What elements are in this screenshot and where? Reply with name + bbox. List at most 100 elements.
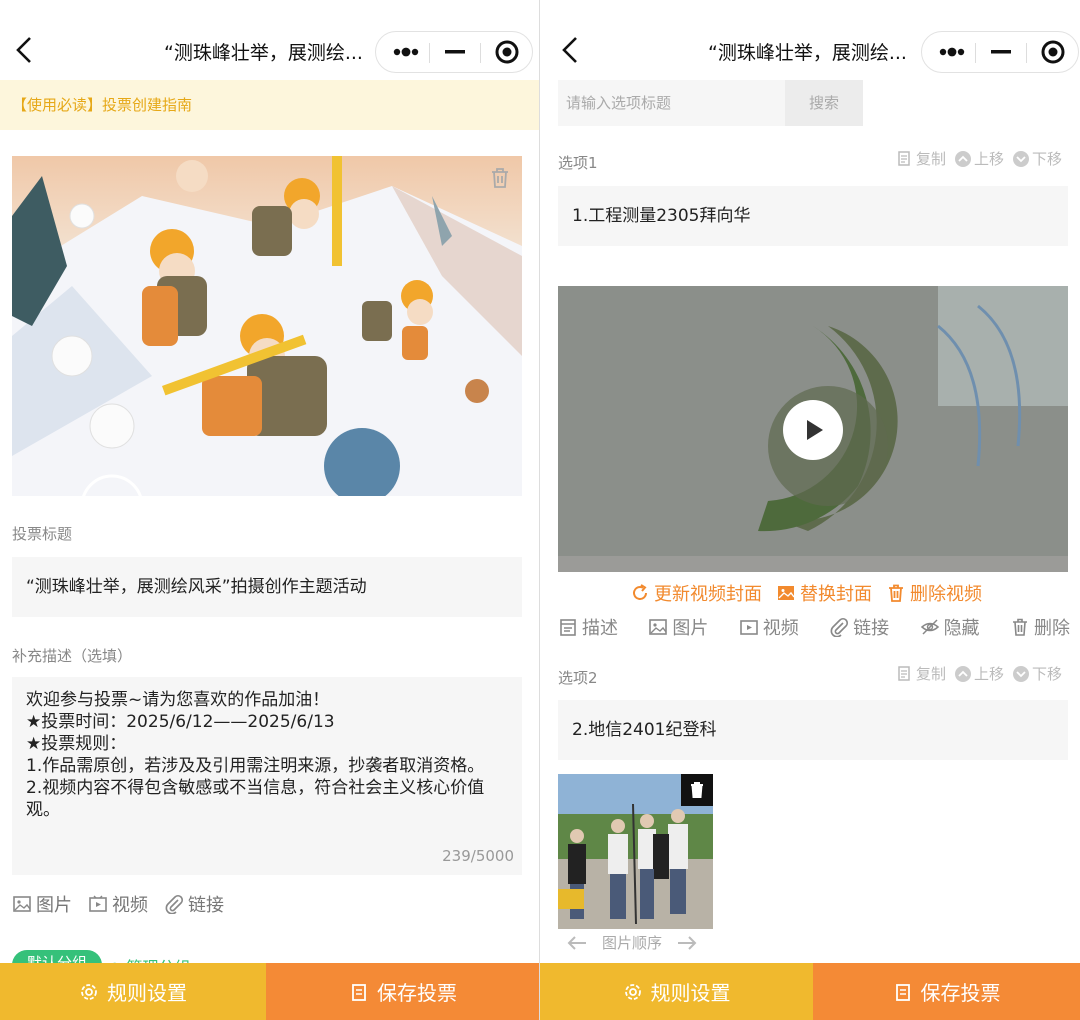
vote-title-label: 投票标题 bbox=[12, 525, 73, 543]
save-vote-button[interactable]: 保存投票 bbox=[813, 963, 1080, 1020]
guide-notice[interactable]: 【使用必读】投票创建指南 bbox=[0, 80, 539, 130]
copy-label: 复制 bbox=[915, 665, 946, 683]
target-icon bbox=[1041, 40, 1065, 64]
option1-actions: 复制 上移 下移 bbox=[896, 148, 1062, 169]
rules-label: 规则设置 bbox=[650, 981, 731, 1005]
cover-image[interactable] bbox=[12, 156, 522, 496]
eye-off-icon bbox=[920, 619, 939, 635]
option2-label: 选项2 bbox=[558, 669, 598, 687]
desc-toolbar: 图片 视频 链接 bbox=[12, 890, 224, 918]
minus-icon bbox=[991, 50, 1011, 54]
copy-button[interactable]: 复制 bbox=[896, 148, 946, 169]
gear-icon bbox=[624, 983, 641, 1000]
rules-label: 规则设置 bbox=[107, 981, 187, 1005]
add-image-button[interactable]: 图片 bbox=[12, 890, 72, 918]
save-label: 保存投票 bbox=[920, 981, 1001, 1005]
desc-char-count: 239/5000 bbox=[442, 847, 514, 865]
add-video-button[interactable]: 视频 bbox=[88, 890, 148, 918]
image-icon bbox=[649, 619, 668, 635]
left-panel: “测珠峰壮举，展测绘... 【使用必读】投票创建指南 投票标题 “测珠峰壮举，展… bbox=[0, 0, 540, 1020]
target-icon bbox=[495, 40, 519, 64]
option1-toolbar: 描述 图片 视频 链接 隐藏 删除 bbox=[558, 614, 1070, 640]
capsule-menu bbox=[375, 31, 533, 73]
calendar-icon bbox=[560, 619, 576, 636]
trash-icon bbox=[492, 168, 508, 188]
move-up-button[interactable]: 上移 bbox=[954, 148, 1004, 169]
replace-cover-button[interactable]: 替换封面 bbox=[776, 580, 872, 606]
minimize-button[interactable] bbox=[976, 32, 1026, 72]
video-label: 视频 bbox=[762, 618, 799, 639]
delete-video-button[interactable]: 删除视频 bbox=[886, 580, 982, 606]
image-button[interactable]: 图片 bbox=[648, 614, 708, 640]
search-input[interactable] bbox=[558, 80, 785, 126]
more-dots-icon bbox=[393, 47, 419, 57]
play-button[interactable] bbox=[783, 400, 843, 460]
move-down-button[interactable]: 下移 bbox=[1012, 663, 1062, 684]
hide-button[interactable]: 隐藏 bbox=[920, 614, 980, 640]
link-label: 链接 bbox=[853, 618, 890, 639]
rules-setting-button[interactable]: 规则设置 bbox=[0, 963, 266, 1020]
rules-setting-button[interactable]: 规则设置 bbox=[540, 963, 813, 1020]
capsule-menu bbox=[921, 31, 1079, 73]
image-order-row: 图片顺序 bbox=[566, 932, 698, 953]
gear-icon bbox=[81, 983, 97, 1000]
arrow-left-icon[interactable] bbox=[566, 935, 588, 951]
clipboard-icon bbox=[895, 983, 910, 1001]
update-cover-label: 更新视频封面 bbox=[654, 584, 762, 605]
delete-photo-button[interactable] bbox=[681, 774, 713, 806]
video-button[interactable]: 视频 bbox=[739, 614, 799, 640]
back-button[interactable] bbox=[12, 34, 36, 66]
video-actions: 更新视频封面 替换封面 删除视频 bbox=[630, 580, 982, 606]
image-label: 图片 bbox=[672, 618, 709, 639]
close-miniapp-button[interactable] bbox=[481, 32, 531, 72]
bottom-bar: 规则设置 保存投票 bbox=[540, 963, 1080, 1020]
option1-label: 选项1 bbox=[558, 154, 598, 172]
paperclip-icon bbox=[165, 894, 184, 914]
desc-label: 描述 bbox=[582, 618, 618, 639]
page-title: “测珠峰壮举，展测绘... bbox=[164, 42, 363, 64]
copy-icon bbox=[898, 150, 910, 166]
video-icon bbox=[739, 620, 758, 635]
arrow-up-circle-icon bbox=[954, 665, 971, 682]
option-search: 搜索 bbox=[558, 80, 863, 126]
move-down-button[interactable]: 下移 bbox=[1012, 148, 1062, 169]
vote-title-input[interactable]: “测珠峰壮举，展测绘风采”拍摄创作主题活动 bbox=[12, 557, 522, 617]
delete-cover-button[interactable] bbox=[488, 166, 512, 190]
save-vote-button[interactable]: 保存投票 bbox=[266, 963, 539, 1020]
move-down-label: 下移 bbox=[1031, 150, 1062, 168]
search-button[interactable]: 搜索 bbox=[785, 80, 863, 126]
delete-label: 删除 bbox=[1033, 618, 1070, 639]
paperclip-icon bbox=[830, 617, 849, 637]
delete-option-button[interactable]: 删除 bbox=[1010, 614, 1070, 640]
option2-title-input[interactable]: 2.地信2401纪登科 bbox=[558, 700, 1068, 760]
delete-video-label: 删除视频 bbox=[910, 584, 982, 605]
desc-textarea[interactable]: 欢迎参与投票~请为您喜欢的作品加油！ ★投票时间：2025/6/12——2025… bbox=[12, 677, 522, 875]
desc-text: 欢迎参与投票~请为您喜欢的作品加油！ ★投票时间：2025/6/12——2025… bbox=[26, 690, 485, 820]
link-button[interactable]: 链接 bbox=[829, 614, 889, 640]
link-label: 链接 bbox=[188, 895, 224, 916]
trash-icon bbox=[1012, 618, 1027, 636]
close-miniapp-button[interactable] bbox=[1027, 32, 1077, 72]
back-button[interactable] bbox=[558, 34, 582, 66]
play-icon bbox=[807, 420, 823, 440]
option1-title-input[interactable]: 1.工程测量2305拜向华 bbox=[558, 186, 1068, 246]
trash-icon bbox=[691, 782, 703, 798]
arrow-right-icon[interactable] bbox=[676, 935, 698, 951]
more-button[interactable] bbox=[926, 32, 976, 72]
desc-button[interactable]: 描述 bbox=[558, 614, 618, 640]
minimize-button[interactable] bbox=[430, 32, 480, 72]
image-order-label: 图片顺序 bbox=[602, 934, 663, 952]
move-up-button[interactable]: 上移 bbox=[954, 663, 1004, 684]
copy-button[interactable]: 复制 bbox=[896, 663, 946, 684]
video-label: 视频 bbox=[112, 895, 148, 916]
add-link-button[interactable]: 链接 bbox=[164, 890, 224, 918]
option1-video[interactable] bbox=[558, 286, 1068, 572]
video-icon bbox=[89, 895, 107, 912]
move-up-label: 上移 bbox=[973, 665, 1004, 683]
trash-icon bbox=[889, 584, 903, 602]
more-button[interactable] bbox=[380, 32, 430, 72]
replace-cover-label: 替换封面 bbox=[800, 584, 872, 605]
chevron-left-icon bbox=[16, 37, 31, 63]
update-video-cover-button[interactable]: 更新视频封面 bbox=[630, 580, 762, 606]
option2-photo[interactable] bbox=[558, 774, 713, 929]
